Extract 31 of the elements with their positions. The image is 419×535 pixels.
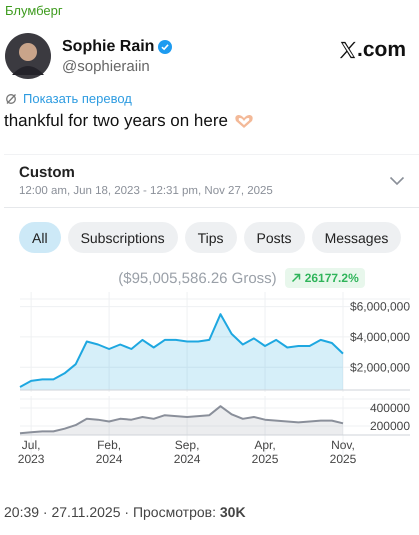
channel-name: Блумберг <box>4 2 64 19</box>
heart-hands-icon <box>234 113 254 129</box>
filter-chip[interactable]: All <box>19 222 61 253</box>
x-axis-label: Jul, 2023 <box>18 438 44 466</box>
slashed-circle-icon <box>5 92 17 104</box>
gross-total: ($95,005,586.26 Gross) <box>118 270 277 286</box>
chevron-down-icon[interactable] <box>389 176 405 186</box>
post-meta: 20:39 · 27.11.2025 · Просмотров: 30K <box>3 504 247 520</box>
filter-chip[interactable]: Subscriptions <box>68 222 178 253</box>
x-axis-label: Sep, 2024 <box>174 438 200 466</box>
y-axis-label: $2,000,000 <box>350 360 410 374</box>
filter-chip[interactable]: Messages <box>312 222 402 253</box>
y-axis-label: $6,000,000 <box>350 300 410 314</box>
filter-chip[interactable]: Tips <box>184 222 237 253</box>
y-axis-label: 400000 <box>370 401 410 415</box>
user-handle: @sophieraiin <box>62 58 151 74</box>
x-axis-label: Apr, 2025 <box>252 438 278 466</box>
user-name: Sophie Rain <box>62 38 154 56</box>
date-range: 12:00 am, Jun 18, 2023 - 12:31 pm, Nov 27, 2025 <box>19 185 273 197</box>
y-axis-label: 200000 <box>370 419 410 433</box>
change-badge: 26177.2% <box>284 268 365 288</box>
filter-chip[interactable]: Posts <box>244 222 305 253</box>
site-name: .com <box>356 38 406 62</box>
x-logo-icon <box>338 41 357 59</box>
post-text: thankful for two years on here <box>4 111 228 131</box>
y-axis-label: $4,000,000 <box>350 330 410 344</box>
arrow-up-right-icon <box>290 273 301 283</box>
period-label: Custom <box>19 164 76 181</box>
x-axis-label: Nov, 2025 <box>330 438 356 466</box>
x-axis-label: Feb, 2024 <box>96 438 122 466</box>
avatar <box>5 33 51 79</box>
